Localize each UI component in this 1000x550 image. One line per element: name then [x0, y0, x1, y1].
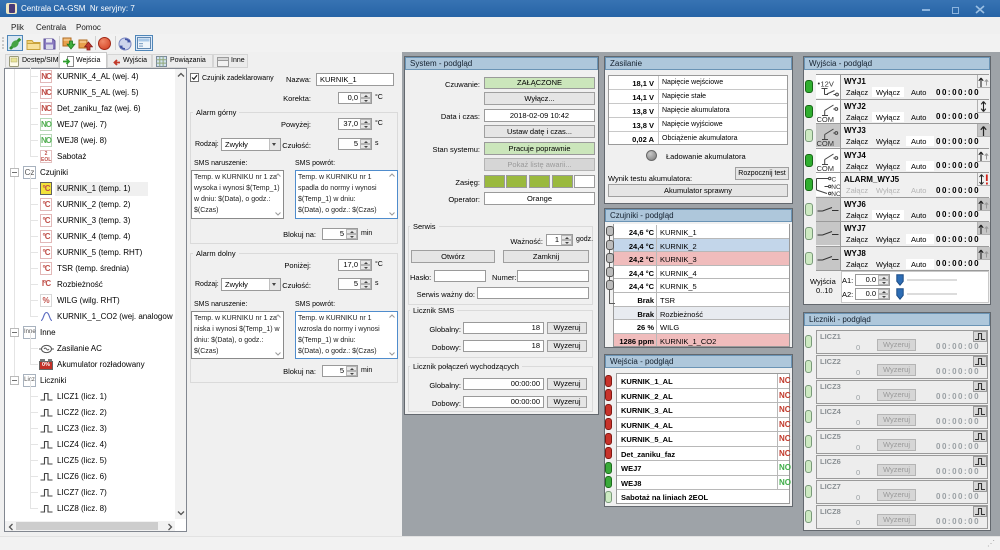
svg-text:NC: NC: [831, 184, 840, 191]
svg-text:COM: COM: [817, 115, 835, 123]
svg-text:NO: NO: [831, 191, 840, 196]
svg-text:C: C: [832, 177, 837, 184]
svg-text:COM: COM: [817, 164, 835, 172]
svg-text:12V: 12V: [821, 80, 834, 89]
svg-text:COM: COM: [817, 139, 835, 147]
